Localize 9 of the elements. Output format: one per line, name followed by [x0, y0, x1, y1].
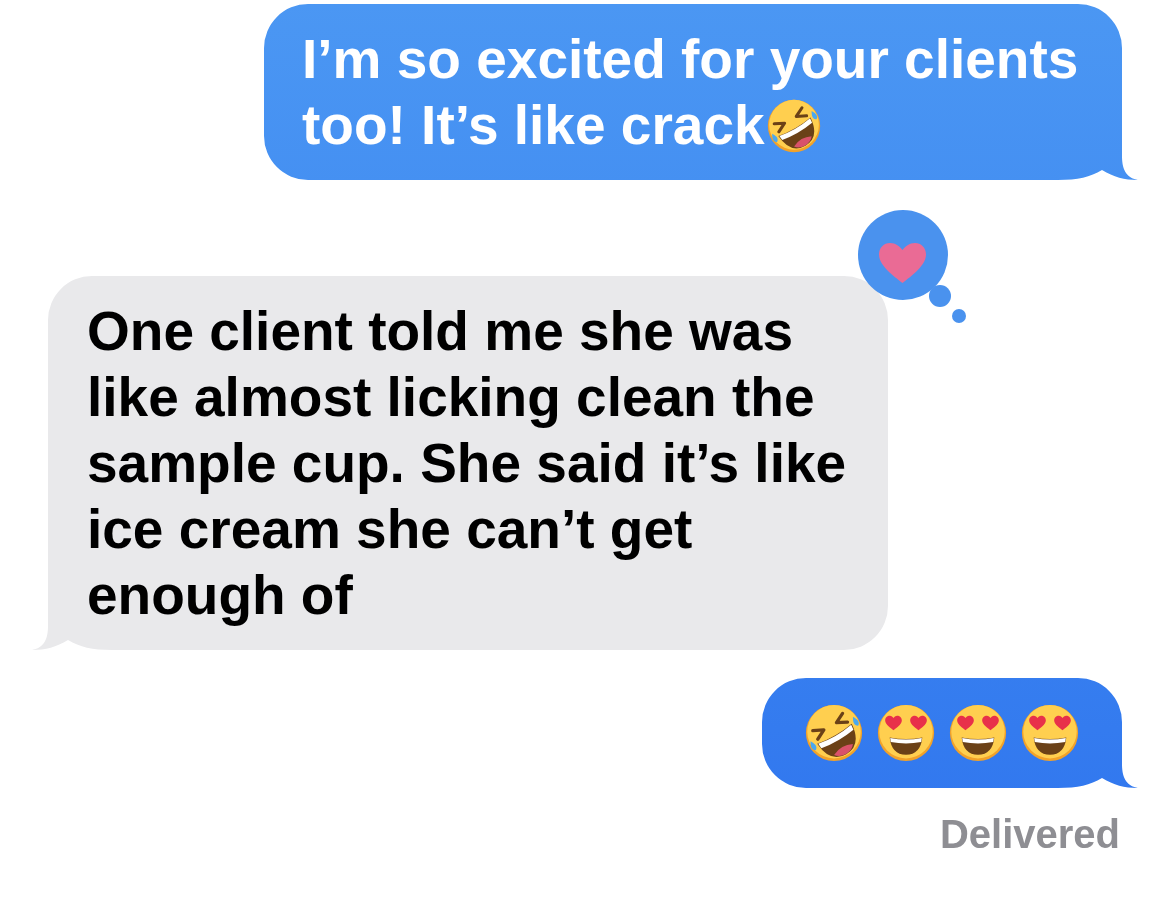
message-text: I’m so excited for your clients too! It’s like crack — [302, 28, 1079, 156]
laughing-face-icon — [766, 99, 821, 153]
laughing-face-icon — [805, 704, 863, 762]
heart-eyes-face-icon — [877, 704, 935, 762]
message-text: One client told me she was like almost licking clean the sample cup. She said it’s like ice cream she can’t get enough of — [87, 300, 847, 626]
heart-eyes-face-icon — [1021, 704, 1079, 762]
delivery-status: Delivered — [939, 814, 1120, 854]
heart-icon — [879, 243, 926, 283]
heart-eyes-face-icon — [949, 704, 1007, 762]
